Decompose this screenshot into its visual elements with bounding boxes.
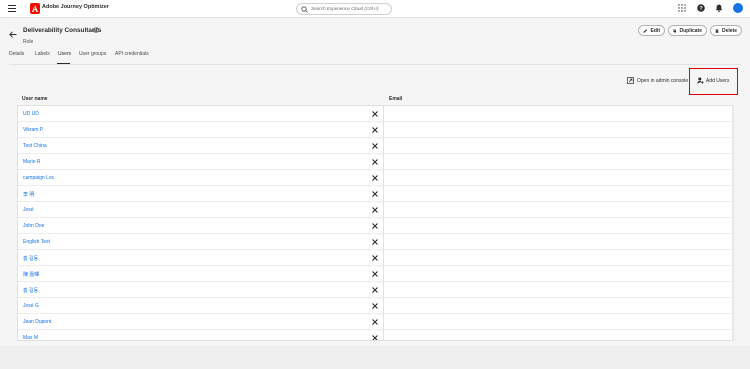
trash-icon — [715, 29, 719, 33]
menu-icon[interactable] — [8, 5, 16, 12]
adobe-logo-icon — [30, 3, 40, 14]
duplicate-button[interactable]: Duplicate — [668, 25, 707, 36]
table-row: 홍 길동 — [18, 250, 732, 266]
user-name-link[interactable]: 陳 嘉暉 — [23, 271, 39, 278]
search-input[interactable]: Search Experience Cloud (Ctrl+/) — [296, 3, 392, 15]
table-row: Test China — [18, 138, 732, 154]
user-name-link[interactable]: Vikram P — [23, 127, 43, 133]
table-row: José — [18, 202, 732, 218]
search-placeholder: Search Experience Cloud (Ctrl+/) — [311, 6, 379, 11]
remove-user-icon[interactable] — [371, 318, 379, 326]
delete-label: Delete — [721, 27, 737, 34]
table-row: 홍 길동 — [18, 282, 732, 298]
tab-users[interactable]: Users — [58, 51, 71, 57]
delete-button[interactable]: Delete — [710, 25, 742, 36]
app-name[interactable]: Adobe Journey Optimizer — [42, 4, 109, 10]
table-row: Jean Dupont — [18, 314, 732, 330]
tab-api-credentials[interactable]: API credentials — [115, 51, 149, 57]
info-icon[interactable] — [93, 27, 99, 33]
remove-user-icon[interactable] — [371, 174, 379, 182]
user-name-link[interactable]: UD UD — [23, 111, 39, 117]
tab-user-groups[interactable]: User groups — [79, 51, 106, 57]
page-footer-area — [0, 346, 750, 369]
table-row: campaign Loc — [18, 170, 732, 186]
user-name-link[interactable]: campaign Loc — [23, 175, 54, 181]
table-row: Vikram P — [18, 122, 732, 138]
tab-details[interactable]: Details — [9, 51, 24, 57]
edit-button[interactable]: Edit — [638, 25, 665, 36]
user-name-link[interactable]: 李 明 — [23, 191, 34, 198]
open-in-admin-console-button[interactable]: Open in admin console — [627, 77, 688, 84]
table-row: UD UD — [18, 106, 732, 122]
table-row: 陳 嘉暉 — [18, 266, 732, 282]
remove-user-icon[interactable] — [371, 238, 379, 246]
remove-user-icon[interactable] — [371, 286, 379, 294]
user-name-link[interactable]: John Doe — [23, 223, 44, 229]
user-name-link[interactable]: English Test — [23, 239, 50, 245]
user-name-link[interactable]: 홍 길동 — [23, 255, 38, 262]
table-row: 李 明 — [18, 186, 732, 202]
back-arrow-icon[interactable] — [9, 31, 17, 38]
user-name-link[interactable]: 홍 길동 — [23, 287, 38, 294]
table-row: José G — [18, 298, 732, 314]
column-header-email[interactable]: Email — [389, 96, 402, 102]
remove-user-icon[interactable] — [371, 126, 379, 134]
duplicate-label: Duplicate — [679, 27, 702, 34]
remove-user-icon[interactable] — [371, 190, 379, 198]
scrollbar[interactable] — [732, 105, 734, 341]
remove-user-icon[interactable] — [371, 254, 379, 262]
tabs-divider — [9, 64, 741, 65]
user-avatar[interactable] — [733, 3, 743, 13]
user-name-link[interactable]: Test China — [23, 143, 47, 149]
remove-user-icon[interactable] — [371, 222, 379, 230]
search-icon — [301, 6, 308, 13]
open-console-label: Open in admin console — [637, 77, 689, 84]
users-table: UD UD Vikram P Test China Mario R campaign L… — [17, 105, 733, 341]
top-bar: Adobe Journey Optimizer Search Experienc… — [0, 0, 750, 18]
notification-bell-icon[interactable] — [715, 4, 723, 12]
remove-user-icon[interactable] — [371, 334, 379, 341]
pencil-icon — [643, 28, 648, 33]
page-title: Deliverability Consultants — [23, 27, 102, 34]
help-icon[interactable]: ? — [697, 4, 705, 12]
user-name-link[interactable]: Mario R — [23, 159, 41, 165]
user-name-link[interactable]: Max M — [23, 335, 38, 340]
remove-user-icon[interactable] — [371, 206, 379, 214]
remove-user-icon[interactable] — [371, 142, 379, 150]
page-subtitle: Role — [23, 39, 34, 45]
user-name-link[interactable]: José G — [23, 303, 39, 309]
table-row: Mario R — [18, 154, 732, 170]
remove-user-icon[interactable] — [371, 158, 379, 166]
remove-user-icon[interactable] — [371, 270, 379, 278]
remove-user-icon[interactable] — [371, 110, 379, 118]
highlight-box — [689, 68, 738, 95]
table-row: English Test — [18, 234, 732, 250]
table-row: John Doe — [18, 218, 732, 234]
apps-grid-icon[interactable] — [678, 4, 686, 12]
user-name-link[interactable]: Jean Dupont — [23, 319, 51, 325]
user-name-link[interactable]: José — [23, 207, 34, 213]
table-row: Max M — [18, 330, 732, 341]
edit-label: Edit — [650, 27, 660, 34]
tab-labels[interactable]: Labels — [35, 51, 50, 57]
open-external-icon — [627, 77, 634, 84]
column-header-user-name[interactable]: User name — [22, 96, 48, 102]
remove-user-icon[interactable] — [371, 302, 379, 310]
duplicate-icon — [673, 28, 677, 32]
